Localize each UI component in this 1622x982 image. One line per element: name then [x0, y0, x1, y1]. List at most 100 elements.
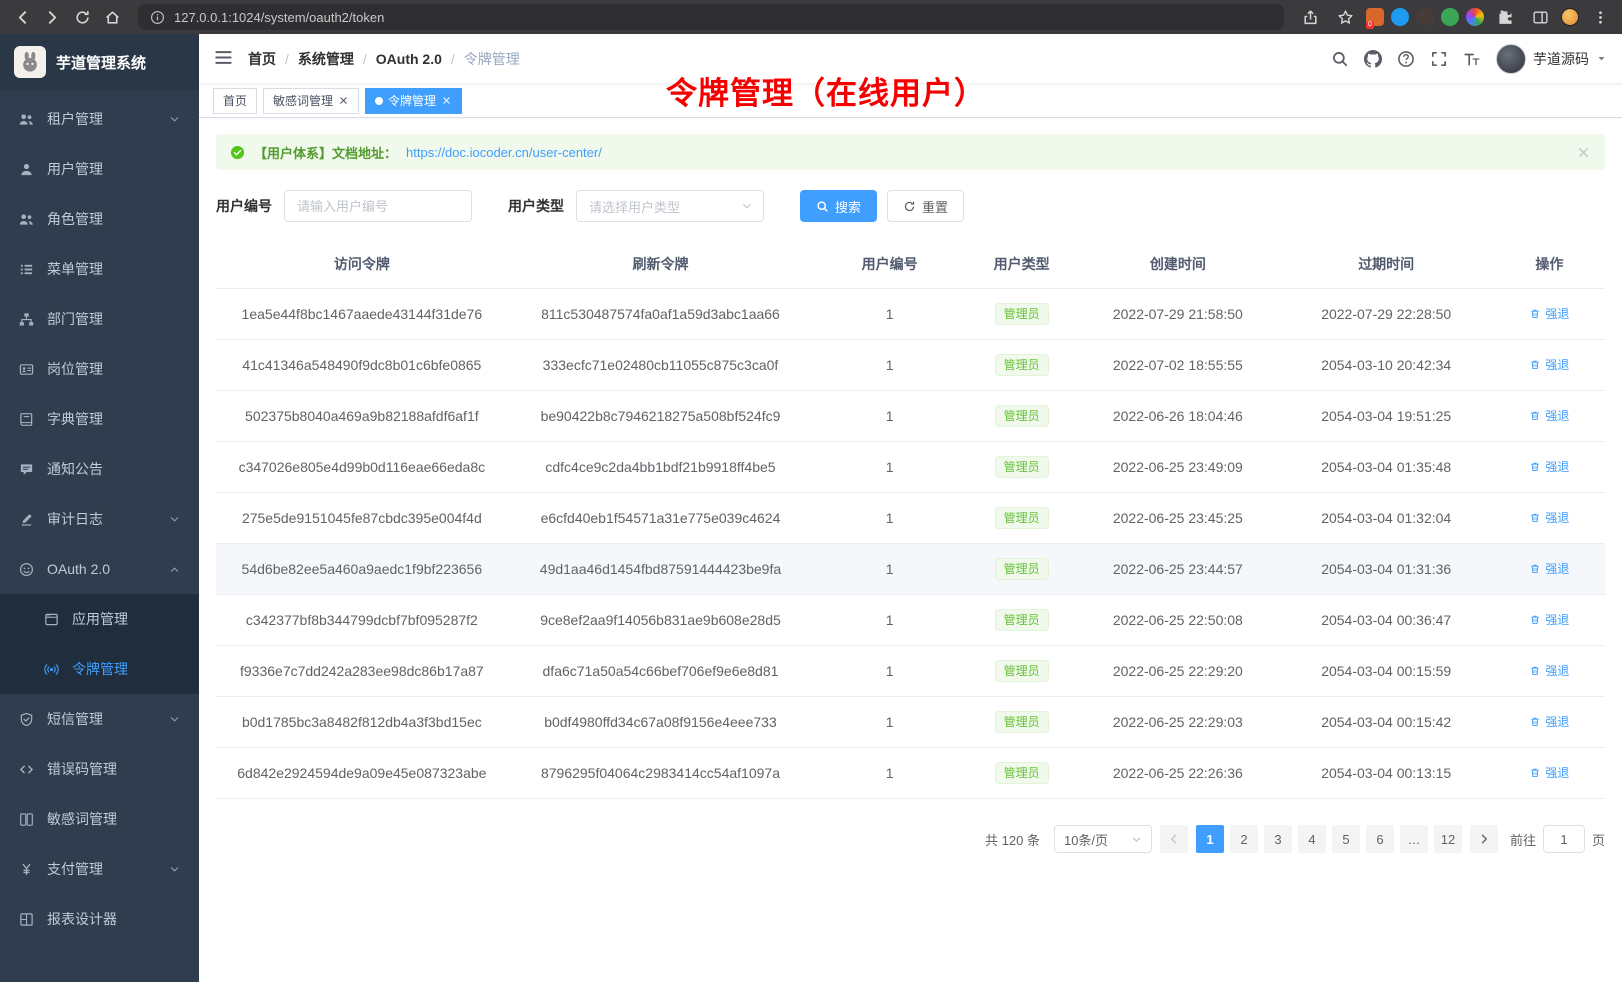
force-logout-button[interactable]: 强退 [1529, 560, 1569, 577]
bookmark-star-icon[interactable] [1331, 4, 1359, 30]
sidebar-item-label: 通知公告 [47, 459, 103, 479]
more-pages-button[interactable]: … [1400, 825, 1428, 853]
sidebar-item-role[interactable]: 角色管理 [0, 194, 199, 244]
cell-created-time: 2022-06-25 22:29:20 [1077, 646, 1278, 697]
goto-suffix: 页 [1592, 830, 1605, 849]
page-button-2[interactable]: 2 [1230, 825, 1258, 853]
help-icon[interactable] [1397, 50, 1415, 68]
search-icon[interactable] [1331, 50, 1349, 68]
user-id-input[interactable] [284, 190, 472, 222]
tab-home[interactable]: 首页 [213, 88, 257, 114]
breadcrumb-item[interactable]: OAuth 2.0 [376, 51, 442, 67]
extension-1-icon[interactable]: 0 [1366, 8, 1384, 26]
page-size-select[interactable]: 10条/页 [1054, 825, 1152, 853]
cell-expire-time: 2054-03-04 01:31:36 [1279, 544, 1494, 595]
page-button-5[interactable]: 5 [1332, 825, 1360, 853]
browser-menu-icon[interactable] [1586, 4, 1614, 30]
cell-expire-time: 2054-03-04 00:13:15 [1279, 748, 1494, 799]
cell-access-token: 275e5de9151045fe87cbdc395e004f4d [216, 493, 508, 544]
sidebar-item-oauth2[interactable]: OAuth 2.0 [0, 544, 199, 594]
sidebar-item-tenant[interactable]: 租户管理 [0, 94, 199, 144]
sidebar-item-oauth2-app[interactable]: 应用管理 [0, 594, 199, 644]
force-logout-label: 强退 [1545, 764, 1569, 781]
cell-user-id: 1 [813, 340, 966, 391]
sidebar-item-pay[interactable]: 支付管理 [0, 844, 199, 894]
sidebar-item-report-designer[interactable]: 报表设计器 [0, 894, 199, 944]
sidebar-item-sms[interactable]: 短信管理 [0, 694, 199, 744]
force-logout-button[interactable]: 强退 [1529, 611, 1569, 628]
breadcrumb-separator: / [451, 51, 455, 67]
page-button-12[interactable]: 12 [1434, 825, 1462, 853]
force-logout-button[interactable]: 强退 [1529, 662, 1569, 679]
force-logout-button[interactable]: 强退 [1529, 509, 1569, 526]
page-size-value: 10条/页 [1064, 830, 1108, 849]
force-logout-button[interactable]: 强退 [1529, 356, 1569, 373]
page-button-1[interactable]: 1 [1196, 825, 1224, 853]
breadcrumb-item[interactable]: 系统管理 [298, 49, 354, 69]
font-size-icon[interactable] [1463, 50, 1481, 68]
active-dot [375, 97, 383, 105]
hamburger-icon[interactable] [214, 48, 233, 70]
extension-3-icon[interactable] [1416, 8, 1434, 26]
user-type-select[interactable]: 请选择用户类型 [576, 190, 764, 222]
next-page-button[interactable] [1470, 825, 1498, 853]
extensions-puzzle-icon[interactable] [1491, 4, 1519, 30]
fullscreen-icon[interactable] [1430, 50, 1448, 68]
side-panel-icon[interactable] [1526, 4, 1554, 30]
extension-4-icon[interactable] [1441, 8, 1459, 26]
cell-expire-time: 2054-03-04 00:36:47 [1279, 595, 1494, 646]
chevron-down-icon [169, 514, 180, 525]
sidebar-item-audit-log[interactable]: 审计日志 [0, 494, 199, 544]
sidebar-item-post[interactable]: 岗位管理 [0, 344, 199, 394]
search-button[interactable]: 搜索 [800, 190, 877, 222]
app-logo[interactable]: 芋道管理系统 [0, 34, 199, 90]
force-logout-button[interactable]: 强退 [1529, 407, 1569, 424]
banner-doc-link[interactable]: https://doc.iocoder.cn/user-center/ [406, 145, 602, 160]
page-button-6[interactable]: 6 [1366, 825, 1394, 853]
profile-avatar[interactable] [1561, 8, 1579, 26]
sidebar-item-dept[interactable]: 部门管理 [0, 294, 199, 344]
cell-created-time: 2022-06-25 22:50:08 [1077, 595, 1278, 646]
cell-access-token: 54d6be82ee5a460a9aedc1f9bf223656 [216, 544, 508, 595]
reset-button[interactable]: 重置 [887, 190, 964, 222]
extension-5-icon[interactable] [1466, 8, 1484, 26]
site-info-icon[interactable] [150, 10, 165, 25]
table-row: 1ea5e44f8bc1467aaede43144f31de76811c5304… [216, 289, 1605, 340]
tab-label: 令牌管理 [388, 92, 436, 109]
breadcrumb-item[interactable]: 首页 [248, 49, 276, 69]
goto-page-input[interactable] [1543, 825, 1585, 853]
cell-access-token: f9336e7c7dd242a283ee98dc86b17a87 [216, 646, 508, 697]
tab-sensitive-word[interactable]: 敏感词管理 [263, 88, 359, 114]
sidebar-item-menu[interactable]: 菜单管理 [0, 244, 199, 294]
sidebar-item-user[interactable]: 用户管理 [0, 144, 199, 194]
page-button-3[interactable]: 3 [1264, 825, 1292, 853]
sidebar-item-sensitive-word[interactable]: 敏感词管理 [0, 794, 199, 844]
force-logout-button[interactable]: 强退 [1529, 305, 1569, 322]
forward-icon[interactable] [38, 4, 66, 30]
table-row: 6d842e2924594de9a09e45e087323abe8796295f… [216, 748, 1605, 799]
home-icon[interactable] [98, 4, 126, 30]
sidebar-item-error-code[interactable]: 错误码管理 [0, 744, 199, 794]
back-icon[interactable] [8, 4, 36, 30]
page-button-4[interactable]: 4 [1298, 825, 1326, 853]
sidebar-item-dict[interactable]: 字典管理 [0, 394, 199, 444]
prev-page-button[interactable] [1160, 825, 1188, 853]
post-icon [19, 362, 34, 377]
sidebar-item-notice[interactable]: 通知公告 [0, 444, 199, 494]
force-logout-button[interactable]: 强退 [1529, 713, 1569, 730]
reload-icon[interactable] [68, 4, 96, 30]
dict-icon [19, 412, 34, 427]
banner-close-icon[interactable] [1576, 145, 1591, 160]
share-icon[interactable] [1296, 4, 1324, 30]
user-menu[interactable]: 芋道源码 [1496, 44, 1607, 74]
extension-2-icon[interactable] [1391, 8, 1409, 26]
force-logout-label: 强退 [1545, 509, 1569, 526]
force-logout-button[interactable]: 强退 [1529, 764, 1569, 781]
goto-label: 前往 [1510, 830, 1536, 849]
trash-icon [1529, 563, 1541, 575]
sidebar-item-oauth2-token[interactable]: 令牌管理 [0, 644, 199, 694]
url-bar[interactable]: 127.0.0.1:1024/system/oauth2/token [138, 4, 1284, 30]
github-icon[interactable] [1364, 50, 1382, 68]
force-logout-button[interactable]: 强退 [1529, 458, 1569, 475]
tab-token[interactable]: 令牌管理 [365, 88, 462, 114]
